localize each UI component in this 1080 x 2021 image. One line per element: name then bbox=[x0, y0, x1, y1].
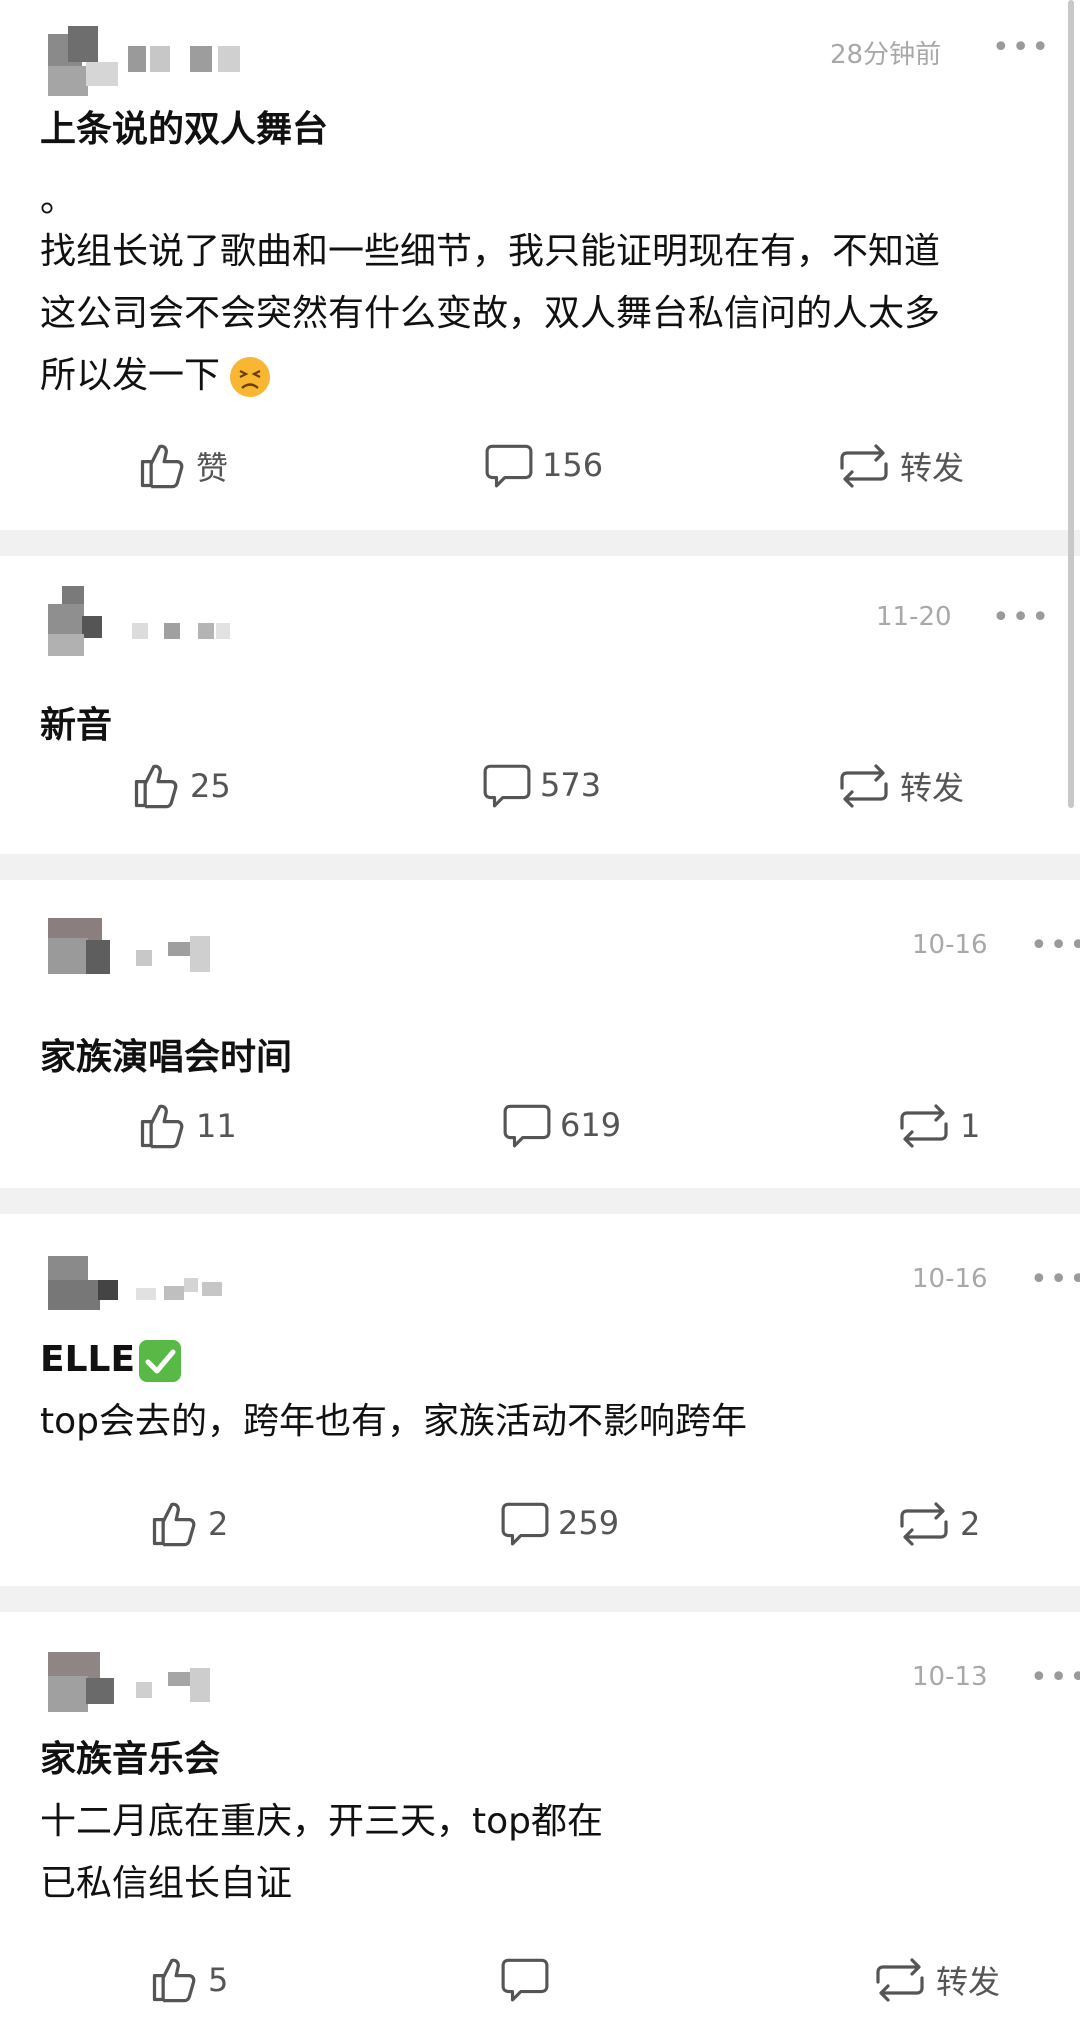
post-card: 11-20 ••• 新音 25 573 转发 bbox=[0, 556, 1068, 854]
post-time: 28分钟前 bbox=[830, 40, 942, 70]
comment-count: 619 bbox=[560, 1106, 622, 1144]
post-time: 10-13 bbox=[912, 1662, 988, 1692]
like-count: 5 bbox=[208, 1961, 229, 1999]
persevering-face-emoji-icon bbox=[230, 357, 271, 397]
post-line: 。 bbox=[40, 179, 77, 220]
post-line: 已私信组长自证 bbox=[40, 1863, 293, 1904]
comment-bubble-icon bbox=[502, 1100, 552, 1150]
post-line: top会去的，跨年也有，家族活动不影响跨年 bbox=[40, 1401, 747, 1442]
repost-count: 2 bbox=[960, 1505, 981, 1543]
post-divider bbox=[0, 1188, 1080, 1214]
like-button[interactable]: 5 bbox=[148, 1954, 228, 2006]
repost-button[interactable]: 转发 bbox=[836, 442, 964, 490]
post-divider bbox=[0, 1586, 1080, 1612]
check-mark-button-emoji-icon bbox=[139, 1340, 182, 1382]
more-options-icon[interactable]: ••• bbox=[1030, 931, 1080, 961]
repost-icon bbox=[896, 1500, 952, 1548]
avatar[interactable] bbox=[48, 1256, 118, 1326]
repost-icon bbox=[896, 1102, 952, 1150]
repost-label: 转发 bbox=[900, 769, 965, 807]
post-line-with-emoji: 所以发一下 bbox=[40, 346, 272, 406]
repost-icon bbox=[836, 442, 892, 490]
more-options-icon[interactable]: ••• bbox=[1030, 1663, 1080, 1693]
repost-button[interactable]: 转发 bbox=[836, 762, 964, 810]
post-line: 这公司会不会突然有什么变故，双人舞台私信问的人太多 bbox=[40, 293, 941, 334]
thumbs-up-icon bbox=[136, 1100, 188, 1152]
post-title: 新音 bbox=[40, 705, 113, 746]
thumbs-up-icon bbox=[136, 440, 188, 492]
like-button[interactable]: 赞 bbox=[136, 440, 228, 492]
post-line: 十二月底在重庆，开三天，top都在 bbox=[40, 1801, 603, 1842]
avatar[interactable] bbox=[48, 26, 118, 96]
post-divider bbox=[0, 854, 1080, 880]
like-count: 2 bbox=[208, 1505, 229, 1543]
post-card: 10-16 ••• 家族演唱会时间 11 619 1 bbox=[0, 880, 1080, 1188]
repost-button[interactable]: 1 bbox=[896, 1102, 980, 1150]
like-count: 11 bbox=[196, 1107, 237, 1145]
repost-button[interactable]: 2 bbox=[896, 1500, 980, 1548]
repost-button[interactable]: 转发 bbox=[872, 1956, 1000, 2004]
comment-bubble-icon bbox=[500, 1954, 550, 2004]
repost-icon bbox=[872, 1956, 928, 2004]
like-button[interactable]: 11 bbox=[136, 1100, 237, 1152]
comment-button[interactable]: 619 bbox=[502, 1100, 621, 1150]
post-line: 找组长说了歌曲和一些细节，我只能证明现在有，不知道 bbox=[40, 231, 941, 272]
more-options-icon[interactable]: ••• bbox=[992, 603, 1051, 633]
post-time: 10-16 bbox=[912, 930, 988, 960]
repost-count: 1 bbox=[960, 1107, 981, 1145]
post-card: 10-13 ••• 家族音乐会 十二月底在重庆，开三天，top都在 已私信组长自… bbox=[0, 1612, 1080, 2021]
thumbs-up-icon bbox=[148, 1498, 200, 1550]
post-line: 所以发一下 bbox=[40, 355, 221, 396]
post-title: 上条说的双人舞台 bbox=[40, 109, 329, 150]
comment-button[interactable]: 259 bbox=[500, 1498, 619, 1548]
post-title-with-emoji: ELLE bbox=[40, 1330, 183, 1390]
comment-bubble-icon bbox=[484, 440, 534, 490]
post-card: 28分钟前 ••• 上条说的双人舞台 。 找组长说了歌曲和一些细节，我只能证明现… bbox=[0, 0, 1068, 530]
comment-count: 259 bbox=[558, 1504, 620, 1542]
more-options-icon[interactable]: ••• bbox=[992, 33, 1051, 63]
post-title: 家族音乐会 bbox=[40, 1739, 221, 1780]
avatar[interactable] bbox=[48, 1652, 118, 1722]
avatar[interactable] bbox=[48, 586, 118, 656]
thumbs-up-icon bbox=[148, 1954, 200, 2006]
comment-button[interactable]: 156 bbox=[484, 440, 603, 490]
more-options-icon[interactable]: ••• bbox=[1030, 1265, 1080, 1295]
like-button[interactable]: 25 bbox=[130, 760, 231, 812]
post-title: ELLE bbox=[40, 1339, 136, 1380]
avatar[interactable] bbox=[48, 918, 118, 988]
post-time: 11-20 bbox=[876, 602, 952, 632]
post-time: 10-16 bbox=[912, 1264, 988, 1294]
comment-count: 156 bbox=[542, 446, 604, 484]
comment-count: 573 bbox=[540, 766, 602, 804]
comment-bubble-icon bbox=[500, 1498, 550, 1548]
like-label: 赞 bbox=[196, 449, 229, 487]
like-button[interactable]: 2 bbox=[148, 1498, 228, 1550]
comment-button[interactable]: 573 bbox=[482, 760, 601, 810]
repost-label: 转发 bbox=[936, 1963, 1001, 2001]
post-title: 家族演唱会时间 bbox=[40, 1037, 293, 1078]
post-divider bbox=[0, 530, 1080, 556]
like-count: 25 bbox=[190, 767, 231, 805]
repost-label: 转发 bbox=[900, 449, 965, 487]
repost-icon bbox=[836, 762, 892, 810]
scrollbar[interactable] bbox=[1068, 0, 1074, 808]
comment-button[interactable] bbox=[500, 1954, 558, 2004]
comment-bubble-icon bbox=[482, 760, 532, 810]
post-card: 10-16 ••• ELLE top会去的，跨年也有，家族活动不影响跨年 2 2… bbox=[0, 1214, 1080, 1586]
thumbs-up-icon bbox=[130, 760, 182, 812]
